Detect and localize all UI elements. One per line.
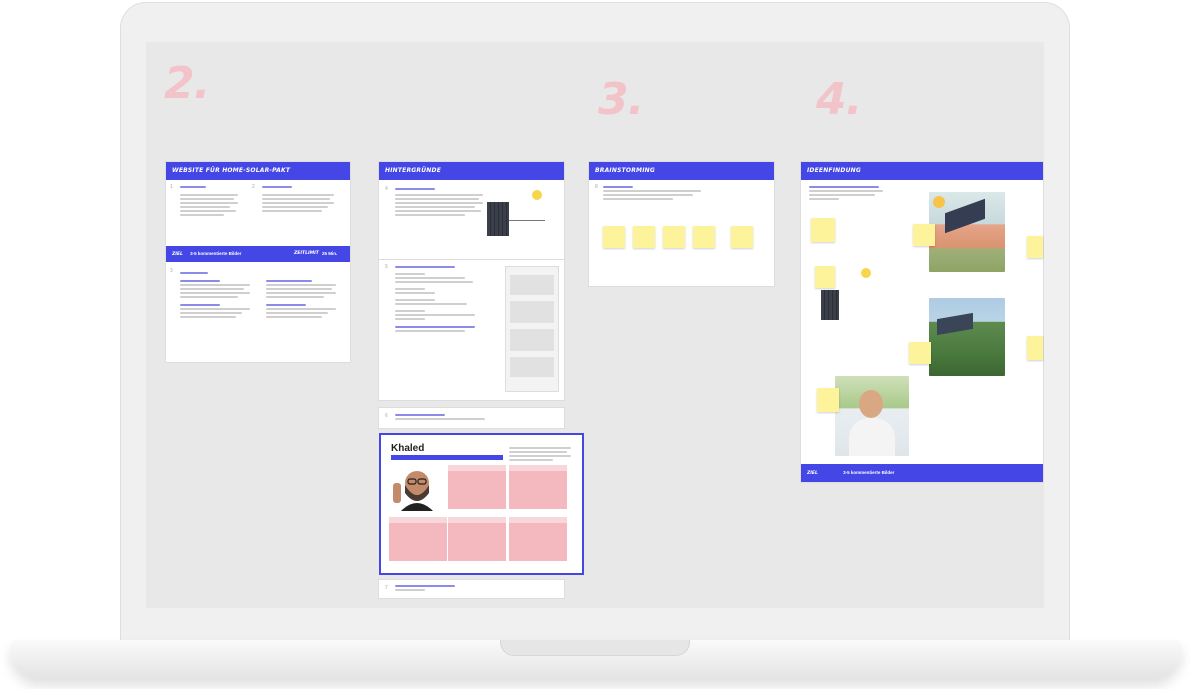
garden-photo	[929, 298, 1005, 376]
board-hintergruende[interactable]: Hintergründe 4	[379, 162, 564, 259]
persona-box-4	[448, 517, 506, 561]
board-ideenfindung[interactable]: Ideenfindung ZIEL 3-5 kommenti	[801, 162, 1043, 482]
sticky-note[interactable]	[909, 342, 931, 364]
board-title: Hintergründe	[379, 162, 564, 180]
board-title: Brainstorming	[589, 162, 774, 180]
sticky-note[interactable]	[1027, 336, 1043, 360]
persona-box-1	[448, 465, 506, 509]
sun-icon	[861, 268, 871, 278]
board-question-7[interactable]: 7	[379, 580, 564, 598]
panel-1: 1	[170, 184, 246, 242]
laptop-notch	[500, 640, 690, 656]
whiteboard-canvas[interactable]: 2. 3. 4. Website für Home-Solar-Pakt 1 2	[146, 42, 1044, 608]
sticky-note[interactable]	[811, 218, 835, 242]
persona-bar	[391, 455, 503, 460]
cable-line	[509, 220, 545, 221]
goal-band: ZIEL 3-5 kommentierte Bilder ZEITLIMIT 2…	[166, 246, 350, 262]
panel-number: 1	[170, 184, 173, 190]
board-website[interactable]: Website für Home-Solar-Pakt 1 2	[166, 162, 350, 362]
persona-box-5	[509, 517, 567, 561]
sticky-note[interactable]	[603, 226, 625, 248]
persona-box-2	[509, 465, 567, 509]
house-illustration	[929, 192, 1005, 272]
panel-2: 2	[252, 184, 342, 242]
sticky-note[interactable]	[1027, 236, 1043, 258]
wireframe-image	[505, 266, 559, 392]
persona-box-3	[389, 517, 447, 561]
board-brainstorming[interactable]: Brainstorming 8	[589, 162, 774, 286]
persona-avatar-icon	[393, 471, 433, 511]
sticky-note[interactable]	[817, 388, 839, 412]
step-number-4: 4.	[816, 74, 862, 125]
board-title: Website für Home-Solar-Pakt	[166, 162, 350, 180]
portrait-photo	[835, 376, 909, 456]
solar-panel-image	[821, 290, 839, 320]
persona-card[interactable]: Khaled	[379, 433, 584, 575]
sticky-note[interactable]	[693, 226, 715, 248]
persona-name: Khaled	[391, 443, 425, 454]
board-question-6[interactable]: 6	[379, 408, 564, 428]
board-title: Ideenfindung	[801, 162, 1043, 180]
solar-panel-image	[487, 202, 509, 236]
sticky-note[interactable]	[633, 226, 655, 248]
step-number-2: 2.	[164, 58, 210, 109]
panel-3: 3	[170, 268, 346, 358]
sun-icon	[532, 190, 542, 200]
goal-band: ZIEL 3-5 kommentierte Bilder	[801, 464, 1043, 482]
sticky-note[interactable]	[731, 226, 753, 248]
board-wireframes[interactable]: 5	[379, 260, 564, 400]
step-number-3: 3.	[598, 74, 644, 125]
sticky-note[interactable]	[663, 226, 685, 248]
sticky-note[interactable]	[815, 266, 835, 288]
sticky-note[interactable]	[913, 224, 935, 246]
